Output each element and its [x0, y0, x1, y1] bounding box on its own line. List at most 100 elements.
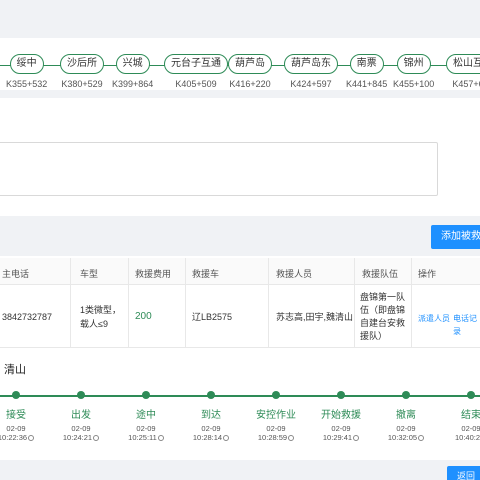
clock-icon: [28, 435, 35, 441]
clock-icon: [353, 435, 360, 441]
station-name: 葫芦岛: [228, 54, 272, 74]
cell-team-line: 援队）: [360, 331, 388, 341]
station-item[interactable]: 葫芦岛东 K424+597: [284, 54, 338, 89]
clock-icon: [223, 435, 230, 441]
cell-fee: 200: [135, 311, 152, 322]
progress-step: 出发 02-09 10:24:21: [49, 391, 113, 442]
call-log-link[interactable]: 电话记录: [453, 312, 480, 338]
step-date: 02-09: [136, 424, 156, 433]
station-name: 松山互通: [446, 54, 480, 74]
step-dot: [272, 391, 280, 399]
step-label: 到达: [201, 410, 221, 421]
station-item[interactable]: 松山互通 K457+636: [446, 54, 480, 89]
step-label: 开始救援: [321, 410, 361, 421]
rescue-detail-page: 绥中 K355+532 沙后所 K380+529 兴城 K399+864 元台子…: [0, 0, 480, 480]
step-dot: [142, 391, 150, 399]
dispatch-personnel-link[interactable]: 派遣人员: [418, 312, 450, 325]
cell-rescue-vehicle: 辽LB2575: [192, 312, 233, 322]
station-item[interactable]: 锦州 K455+100: [393, 54, 434, 89]
progress-step: 到达 02-09 10:28:14: [179, 391, 243, 442]
cell-team-line: 自建台安救: [360, 318, 406, 328]
table-header: 主电话 车型 救援费用 救援车 救援人员 救援队伍 操作: [0, 258, 480, 285]
step-date: 02-09: [266, 424, 286, 433]
progress-step: 撤离 02-09 10:32:05: [374, 391, 438, 442]
station-km: K380+529: [61, 79, 103, 89]
progress-step: 结束 02-09 10:40:2: [439, 391, 480, 442]
clock-icon: [288, 435, 295, 441]
step-time: 10:28:59: [244, 433, 308, 442]
step-date: 02-09: [331, 424, 351, 433]
station-name: 沙后所: [60, 54, 104, 74]
step-time-text: 10:25:11: [128, 433, 157, 442]
progress-step: 安控作业 02-09 10:28:59: [244, 391, 308, 442]
step-label: 出发: [71, 410, 91, 421]
remark-panel: [0, 98, 480, 216]
progress-step: 途中 02-09 10:25:11: [114, 391, 178, 442]
step-time: 10:29:41: [309, 433, 373, 442]
station-list: 绥中 K355+532 沙后所 K380+529 兴城 K399+864 元台子…: [0, 54, 480, 90]
clock-icon: [157, 435, 164, 441]
station-name: 南票: [349, 54, 384, 74]
step-time-text: 10:40:2: [454, 433, 480, 442]
highway-route-panel: 绥中 K355+532 沙后所 K380+529 兴城 K399+864 元台子…: [0, 38, 480, 90]
step-time: 10:32:05: [374, 433, 438, 442]
station-name: 元台子互通: [164, 54, 228, 74]
step-dot: [207, 391, 215, 399]
step-date: 02-09: [461, 424, 480, 433]
step-label: 结束: [461, 410, 480, 421]
station-km: K399+864: [112, 79, 154, 89]
step-time-text: 10:29:41: [322, 433, 353, 442]
station-km: K424+597: [290, 79, 332, 89]
station-item[interactable]: 葫芦岛 K416+220: [228, 54, 272, 89]
step-time-text: 10:22:36: [0, 433, 28, 442]
header-team: 救援队伍: [362, 269, 399, 279]
header-rescuers: 救援人员: [276, 269, 313, 279]
header-operation: 操作: [418, 269, 437, 279]
step-time: 10:24:21: [49, 433, 113, 442]
header-vehicle-type: 车型: [80, 269, 99, 279]
remark-textarea[interactable]: [0, 142, 438, 196]
cell-team-line: 盘锦第一队: [360, 292, 406, 302]
station-item[interactable]: 绥中 K355+532: [6, 54, 47, 89]
station-km: K455+100: [393, 79, 435, 89]
step-dot: [467, 391, 475, 399]
cell-vehicle-type-line2: 载人≤9: [80, 319, 108, 329]
step-label: 撤离: [396, 410, 416, 421]
station-name: 锦州: [396, 54, 431, 74]
cell-team-line: 伍（即盘锦: [360, 305, 406, 315]
rescue-table: 主电话 车型 救援费用 救援车 救援人员 救援队伍 操作 3842732787 …: [0, 256, 480, 352]
progress-step: 开始救援 02-09 10:29:41: [309, 391, 373, 442]
clock-icon: [418, 435, 425, 441]
cell-vehicle-type-line1: 1类微型，: [80, 305, 122, 315]
station-item[interactable]: 元台子互通 K405+509: [164, 54, 228, 89]
station-item[interactable]: 沙后所 K380+529: [60, 54, 104, 89]
step-dot: [337, 391, 345, 399]
station-item[interactable]: 兴城 K399+864: [112, 54, 153, 89]
station-name: 绥中: [9, 54, 44, 74]
header-rescue-vehicle: 救援车: [192, 269, 220, 279]
header-phone: 主电话: [2, 269, 30, 279]
step-time: 10:25:11: [114, 433, 178, 442]
step-date: 02-09: [71, 424, 91, 433]
progress-step: 接受 02-09 10:22:36: [0, 391, 48, 442]
station-name: 兴城: [115, 54, 150, 74]
cell-phone: 3842732787: [2, 312, 53, 322]
header-fee: 救援费用: [135, 269, 172, 279]
bottom-action-button[interactable]: 返回: [447, 466, 480, 480]
step-time-text: 10:28:59: [257, 433, 288, 442]
rescuer-name: 清山: [4, 364, 26, 376]
station-km: K416+220: [229, 79, 271, 89]
step-date: 02-09: [201, 424, 221, 433]
step-time-text: 10:24:21: [62, 433, 93, 442]
rescue-progress-panel: 清山 接受 02-09 10:22:36 出发 02-09 10:24:21 途…: [0, 352, 480, 460]
step-date: 02-09: [6, 424, 26, 433]
clock-icon: [93, 435, 100, 441]
step-dot: [77, 391, 85, 399]
station-km: K457+636: [452, 79, 480, 89]
station-km: K441+845: [346, 79, 388, 89]
station-km: K405+509: [175, 79, 217, 89]
station-item[interactable]: 南票 K441+845: [346, 54, 387, 89]
step-label: 途中: [136, 410, 156, 421]
add-rescued-button[interactable]: 添加被救援: [431, 225, 480, 249]
step-time: 10:22:36: [0, 433, 48, 442]
